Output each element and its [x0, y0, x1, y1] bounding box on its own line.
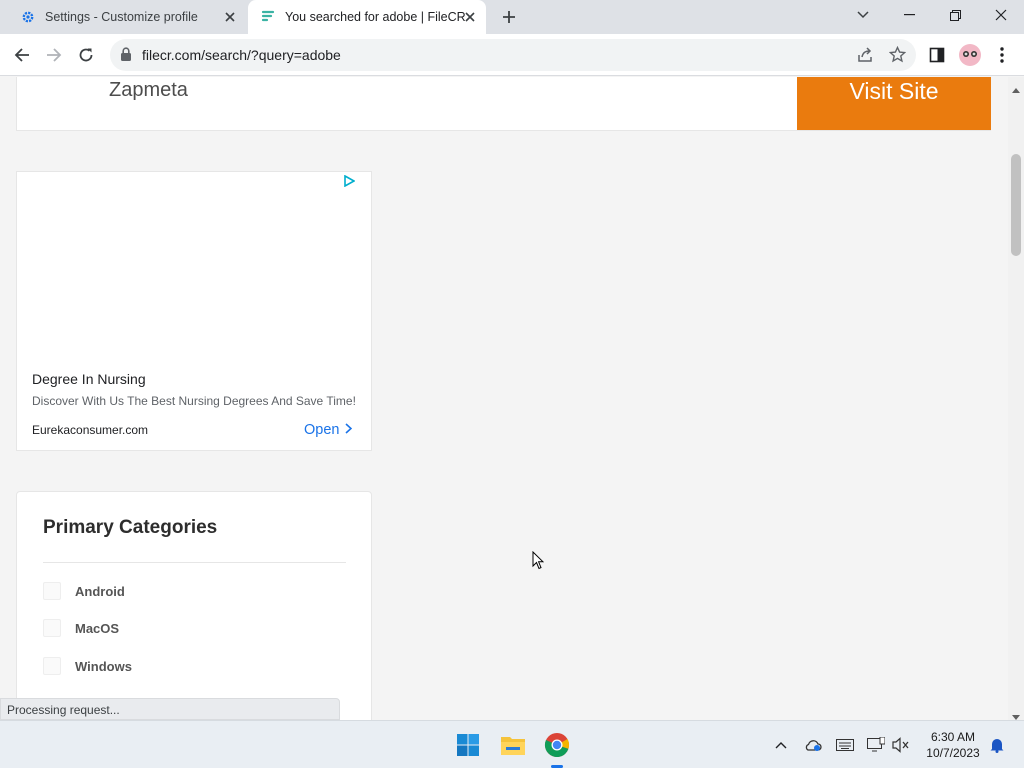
ad-open-link[interactable]: Open	[304, 422, 353, 438]
checkbox[interactable]	[43, 657, 61, 675]
top-banner-ad[interactable]: Zapmeta Visit Site	[16, 77, 991, 131]
bookmark-star-icon[interactable]	[888, 45, 907, 68]
mouse-cursor-icon	[532, 550, 545, 575]
tab-title: Settings - Customize profile	[45, 10, 198, 24]
ad-description: Discover With Us The Best Nursing Degree…	[32, 394, 356, 408]
system-clock[interactable]: 6:30 AM 10/7/2023	[918, 729, 988, 761]
category-label[interactable]: Android	[75, 584, 125, 599]
tab-title: You searched for adobe | FileCR	[285, 10, 466, 24]
new-tab-button[interactable]	[498, 6, 520, 28]
share-icon[interactable]	[856, 46, 874, 69]
category-windows[interactable]: Windows	[43, 657, 132, 675]
notification-bell-icon[interactable]	[987, 735, 1007, 755]
primary-categories-widget: Primary Categories Android MacOS Windows	[16, 491, 372, 720]
category-android[interactable]: Android	[43, 582, 125, 600]
ad-title[interactable]: Degree In Nursing	[32, 371, 146, 387]
close-tab-icon[interactable]	[462, 9, 478, 25]
open-label: Open	[304, 422, 340, 438]
gear-icon	[20, 9, 36, 25]
close-tab-icon[interactable]	[222, 9, 238, 25]
windows-taskbar: 6:30 AM 10/7/2023	[0, 720, 1024, 768]
category-label[interactable]: MacOS	[75, 621, 119, 636]
tab-strip: Settings - Customize profile You searche…	[0, 0, 1024, 34]
lock-icon[interactable]	[120, 47, 132, 67]
profile-avatar[interactable]	[956, 41, 984, 69]
adchoices-icon[interactable]	[343, 174, 356, 192]
side-panel-icon[interactable]	[923, 41, 951, 69]
scrollbar-thumb[interactable]	[1011, 154, 1021, 256]
visit-site-button[interactable]: Visit Site	[797, 77, 991, 130]
volume-muted-icon[interactable]	[891, 735, 911, 755]
browser-toolbar: filecr.com/search/?query=adobe	[0, 34, 1024, 76]
keyboard-icon[interactable]	[835, 735, 855, 755]
page-viewport: Zapmeta Visit Site Degree In Nursing Dis…	[0, 77, 1024, 720]
vertical-scrollbar[interactable]	[1008, 77, 1024, 720]
tab-search-icon[interactable]	[840, 0, 886, 30]
widget-title: Primary Categories	[43, 517, 218, 538]
chevron-up-icon[interactable]	[771, 735, 791, 755]
tab-filecr[interactable]: You searched for adobe | FileCR	[248, 0, 486, 34]
category-macos[interactable]: MacOS	[43, 619, 119, 637]
filecr-logo-icon	[260, 9, 276, 25]
checkbox[interactable]	[43, 582, 61, 600]
sidebar-ad[interactable]: Degree In Nursing Discover With Us The B…	[16, 171, 372, 451]
menu-kebab-icon[interactable]	[988, 41, 1016, 69]
chrome-icon[interactable]	[539, 727, 575, 768]
scroll-up-arrow-icon[interactable]	[1012, 80, 1020, 98]
category-label[interactable]: Windows	[75, 659, 132, 674]
url-text[interactable]: filecr.com/search/?query=adobe	[142, 47, 341, 63]
ad-brand-name: Zapmeta	[109, 79, 188, 101]
chevron-right-icon	[345, 422, 353, 438]
file-explorer-icon[interactable]	[495, 727, 531, 763]
checkbox[interactable]	[43, 619, 61, 637]
forward-button[interactable]	[40, 41, 68, 69]
display-icon[interactable]	[866, 735, 886, 755]
divider	[43, 562, 346, 563]
clock-time: 6:30 AM	[930, 730, 976, 744]
tab-settings[interactable]: Settings - Customize profile	[8, 0, 246, 34]
minimize-button[interactable]	[886, 0, 932, 30]
app-window: Settings - Customize profile You searche…	[0, 0, 1024, 768]
scroll-down-arrow-icon[interactable]	[1012, 707, 1020, 720]
ad-domain: Eurekaconsumer.com	[32, 423, 149, 437]
onedrive-icon[interactable]	[803, 735, 823, 755]
clock-date: 10/7/2023	[926, 746, 980, 760]
address-bar[interactable]: filecr.com/search/?query=adobe	[110, 39, 916, 71]
status-bubble: Processing request...	[0, 698, 340, 720]
close-window-button[interactable]	[978, 0, 1024, 30]
back-button[interactable]	[8, 41, 36, 69]
start-button-windows-icon[interactable]	[450, 727, 486, 763]
reload-button[interactable]	[72, 41, 100, 69]
restore-button[interactable]	[932, 0, 978, 30]
